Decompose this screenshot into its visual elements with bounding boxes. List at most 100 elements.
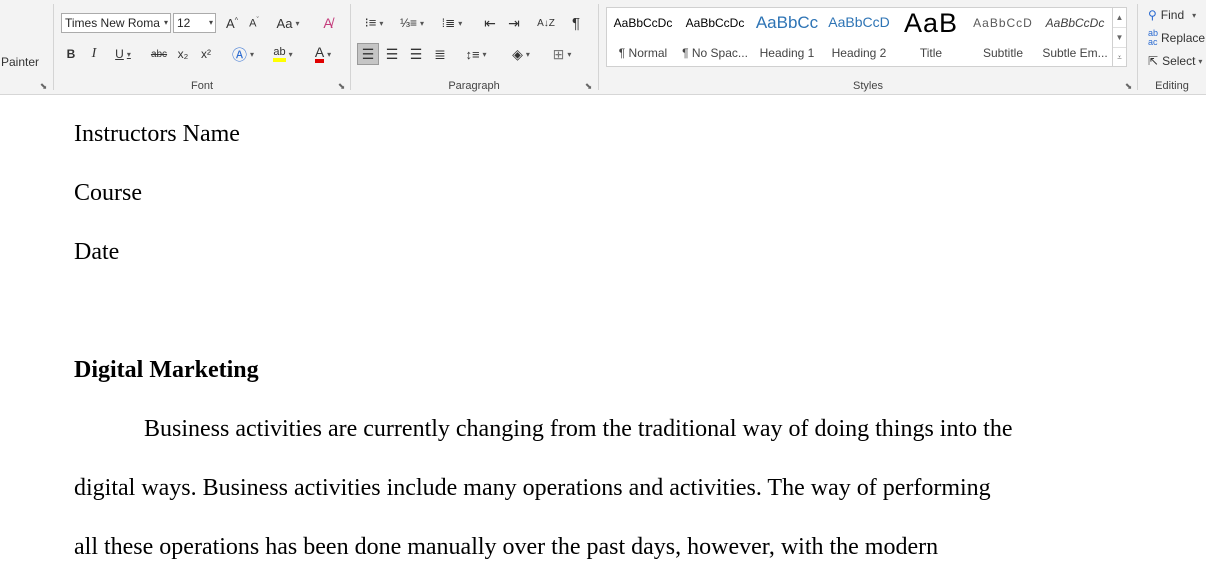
underline-label: U: [115, 47, 124, 61]
find-button[interactable]: ⚲ Find ▾: [1148, 4, 1206, 26]
clear-formatting-icon: A̸: [323, 15, 333, 31]
line-spacing-button[interactable]: ↕≡ ▾: [459, 43, 493, 65]
style-preview: AaB: [903, 8, 959, 38]
shrink-font-icon: Aˇ: [249, 16, 259, 30]
bold-label: B: [66, 47, 76, 61]
paragraph-group: ⁝≡ ▾ ⅓≡ ▾ ⁞≣ ▾ ⇤ ⇥ A↓Z ¶ ☰ ☰ ☰ ≣ ↕≡ ▾ ◈ …: [351, 0, 597, 94]
clipboard-group: Painter ⬊: [0, 0, 52, 94]
chevron-down-icon[interactable]: ▼: [1113, 28, 1126, 48]
justify-icon: ≣: [434, 45, 446, 62]
align-left-button[interactable]: ☰: [357, 43, 379, 65]
numbered-list-icon: ⅓≡: [399, 16, 417, 30]
align-right-icon: ☰: [409, 45, 423, 62]
change-case-label: Aa: [276, 15, 293, 31]
style-subtitle[interactable]: AaBbCcD Subtitle: [967, 8, 1039, 66]
change-case-button[interactable]: Aa ▾: [272, 12, 304, 34]
replace-label: Replace: [1161, 31, 1206, 45]
style-preview: AaBbCcDc: [685, 16, 745, 30]
multilevel-list-icon: ⁞≣: [441, 16, 456, 30]
editing-group: ⚲ Find ▾ ab ac Replace ⇱ Select ▾ Editing: [1138, 0, 1206, 94]
text-effects-button[interactable]: Ⓐ ▾: [226, 43, 260, 65]
highlight-button[interactable]: ab ▾: [265, 43, 301, 65]
font-name-value: Times New Roma: [65, 16, 160, 30]
style-subtle-emphasis[interactable]: AaBbCcDc Subtle Em...: [1039, 8, 1111, 66]
replace-button[interactable]: ab ac Replace: [1148, 27, 1206, 49]
style-title[interactable]: AaB Title: [895, 8, 967, 66]
bold-button[interactable]: B: [62, 43, 80, 65]
style-name: ¶ No Spac...: [682, 46, 748, 60]
font-launcher-icon[interactable]: ⬊: [337, 82, 346, 91]
date-line: Date: [74, 239, 120, 265]
increase-indent-icon: ⇥: [508, 14, 520, 31]
sort-button[interactable]: A↓Z: [535, 12, 557, 34]
shrink-font-button[interactable]: Aˇ: [244, 12, 264, 34]
font-group: Times New Roma ▾ 12 ▾ A^ Aˇ Aa ▾ A̸ B I U…: [54, 0, 350, 94]
bullets-button[interactable]: ⁝≡ ▾: [357, 12, 391, 34]
document-page[interactable]: Instructors Name Course Date Digital Mar…: [0, 95, 1206, 587]
shading-button[interactable]: ◈ ▾: [503, 43, 539, 65]
grow-font-button[interactable]: A^: [222, 12, 242, 34]
italic-button[interactable]: I: [85, 43, 103, 65]
style-preview: AaBbCcD: [828, 14, 890, 30]
increase-indent-button[interactable]: ⇥: [503, 12, 525, 34]
show-formatting-button[interactable]: ¶: [565, 12, 587, 34]
chevron-down-icon: ▾: [295, 18, 300, 28]
format-painter-button[interactable]: Painter: [0, 51, 40, 73]
more-styles-icon[interactable]: ⩡: [1113, 48, 1126, 67]
style-normal[interactable]: AaBbCcDc ¶ Normal: [607, 8, 679, 66]
styles-launcher-icon[interactable]: ⬊: [1124, 82, 1133, 91]
clear-formatting-button[interactable]: A̸: [318, 12, 338, 34]
underline-button[interactable]: U ▾: [109, 43, 137, 65]
align-center-icon: ☰: [385, 45, 399, 62]
style-name: Heading 1: [759, 46, 815, 60]
font-name-select[interactable]: Times New Roma ▾: [61, 13, 171, 33]
clipboard-launcher-icon[interactable]: ⬊: [39, 82, 48, 91]
align-right-button[interactable]: ☰: [405, 43, 427, 65]
paragraph-group-label: Paragraph: [448, 80, 500, 92]
borders-button[interactable]: ⊞ ▾: [545, 43, 579, 65]
style-heading-2[interactable]: AaBbCcD Heading 2: [823, 8, 895, 66]
cursor-icon: ⇱: [1148, 54, 1159, 68]
style-preview: AaBbCc: [755, 13, 819, 32]
chevron-down-icon: ▾: [1192, 10, 1197, 20]
borders-icon: ⊞: [552, 45, 565, 62]
body-line-1: Business activities are currently changi…: [144, 416, 1013, 442]
style-no-spacing[interactable]: AaBbCcDc ¶ No Spac...: [679, 8, 751, 66]
decrease-indent-button[interactable]: ⇤: [479, 12, 501, 34]
format-painter-label: Painter: [0, 55, 40, 69]
highlight-icon: ab: [273, 46, 286, 62]
chevron-down-icon: ▾: [208, 18, 213, 27]
strikethrough-button[interactable]: abc: [148, 43, 170, 65]
italic-label: I: [91, 46, 97, 61]
font-size-value: 12: [177, 16, 191, 30]
style-name: Heading 2: [831, 46, 887, 60]
text-effects-icon: Ⓐ: [231, 46, 247, 64]
find-label: Find: [1160, 8, 1185, 22]
replace-icon: ab ac: [1148, 28, 1159, 47]
chevron-down-icon: ▾: [458, 18, 463, 28]
font-size-select[interactable]: 12 ▾: [173, 13, 216, 33]
multilevel-list-button[interactable]: ⁞≣ ▾: [435, 12, 469, 34]
superscript-button[interactable]: x²: [196, 43, 216, 65]
style-heading-1[interactable]: AaBbCc Heading 1: [751, 8, 823, 66]
paragraph-launcher-icon[interactable]: ⬊: [584, 82, 593, 91]
grow-font-icon: A^: [226, 15, 238, 31]
chevron-down-icon: ▾: [525, 49, 530, 59]
justify-button[interactable]: ≣: [429, 43, 451, 65]
align-center-button[interactable]: ☰: [381, 43, 403, 65]
font-color-icon: A: [314, 45, 325, 63]
body-line-3: all these operations has been done manua…: [74, 534, 939, 560]
chevron-down-icon: ▾: [1198, 56, 1203, 66]
font-color-button[interactable]: A ▾: [305, 43, 341, 65]
style-name: ¶ Normal: [618, 46, 668, 60]
chevron-up-icon[interactable]: ▲: [1113, 8, 1126, 28]
chevron-down-icon: ▾: [482, 49, 487, 59]
chevron-down-icon: ▾: [567, 49, 572, 59]
chevron-down-icon: ▾: [250, 49, 255, 59]
numbering-button[interactable]: ⅓≡ ▾: [395, 12, 429, 34]
select-button[interactable]: ⇱ Select ▾: [1148, 50, 1206, 72]
superscript-label: x²: [201, 47, 211, 61]
line-spacing-icon: ↕≡: [465, 46, 480, 62]
subscript-button[interactable]: x₂: [173, 43, 193, 65]
pilcrow-icon: ¶: [571, 14, 581, 32]
